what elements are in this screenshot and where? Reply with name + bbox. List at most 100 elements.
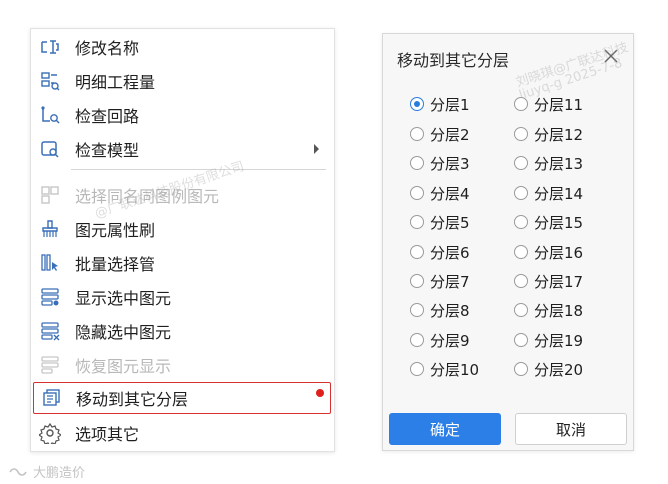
- layer-radio[interactable]: 分层18: [514, 298, 583, 322]
- radio-button[interactable]: [410, 274, 424, 288]
- brand-text: 大鹏造价: [33, 466, 86, 481]
- chevron-right-icon: [314, 144, 319, 154]
- layer-radio[interactable]: 分层9: [410, 328, 470, 352]
- menu-item-restore-display[interactable]: 恢复图元显示: [33, 349, 331, 381]
- layer-radio[interactable]: 分层20: [514, 357, 583, 381]
- layer-radio[interactable]: 分层6: [410, 240, 470, 264]
- layer-radio[interactable]: 分层12: [514, 122, 583, 146]
- radio-button[interactable]: [410, 97, 424, 111]
- menu-item-label: 恢复图元显示: [75, 357, 172, 376]
- layer-radio[interactable]: 分层1: [410, 92, 470, 116]
- layer-radio[interactable]: 分层14: [514, 181, 583, 205]
- radio-button[interactable]: [514, 156, 528, 170]
- close-icon[interactable]: [601, 46, 621, 66]
- layer-label: 分层8: [430, 301, 470, 320]
- menu-item-hide-selected[interactable]: 隐藏选中图元: [33, 315, 331, 347]
- layer-label: 分层7: [430, 272, 470, 291]
- confirm-button[interactable]: 确定: [389, 413, 501, 445]
- layer-radio[interactable]: 分层7: [410, 269, 470, 293]
- menu-item-rename[interactable]: 修改名称: [33, 31, 331, 63]
- menu-item-move-layer[interactable]: 移动到其它分层: [33, 382, 331, 414]
- radio-button[interactable]: [514, 303, 528, 317]
- layer-label: 分层20: [534, 360, 584, 379]
- radio-button[interactable]: [410, 303, 424, 317]
- radio-button[interactable]: [514, 245, 528, 259]
- layer-radio[interactable]: 分层8: [410, 298, 470, 322]
- menu-item-quantity-detail[interactable]: 明细工程量: [33, 65, 331, 97]
- layer-radio[interactable]: 分层13: [514, 151, 583, 175]
- layer-radio[interactable]: 分层17: [514, 269, 583, 293]
- layer-radio[interactable]: 分层15: [514, 210, 583, 234]
- layer-label: 分层15: [534, 213, 584, 232]
- radio-button[interactable]: [410, 186, 424, 200]
- property-brush-icon: [39, 218, 61, 240]
- radio-button[interactable]: [514, 186, 528, 200]
- layer-label: 分层1: [430, 95, 470, 114]
- check-circuit-icon: [39, 104, 61, 126]
- cancel-button[interactable]: 取消: [515, 413, 627, 445]
- layer-radio[interactable]: 分层10: [410, 357, 479, 381]
- radio-button[interactable]: [514, 127, 528, 141]
- menu-item-check-model[interactable]: 检查模型: [33, 133, 331, 165]
- layer-label: 分层12: [534, 125, 584, 144]
- notification-dot: [316, 389, 324, 397]
- layer-radio[interactable]: 分层3: [410, 151, 470, 175]
- move-layer-dialog: 移动到其它分层 刘晓琪@广联达科技 liuyq-g 2025-7-8 分层1 分…: [382, 33, 634, 451]
- layer-radio[interactable]: 分层4: [410, 181, 470, 205]
- menu-item-batch-select-pipe[interactable]: 批量选择管: [33, 247, 331, 279]
- radio-button[interactable]: [410, 333, 424, 347]
- show-selected-icon: [39, 286, 61, 308]
- radio-button[interactable]: [410, 127, 424, 141]
- radio-button[interactable]: [514, 97, 528, 111]
- dialog-title: 移动到其它分层: [397, 51, 510, 70]
- radio-button[interactable]: [514, 362, 528, 376]
- layer-label: 分层17: [534, 272, 584, 291]
- menu-item-options-other[interactable]: 选项其它: [33, 417, 331, 449]
- layer-label: 分层5: [430, 213, 470, 232]
- menu-item-label: 检查模型: [75, 141, 140, 160]
- brand-logo-icon: [9, 467, 27, 476]
- layer-label: 分层10: [430, 360, 480, 379]
- move-layer-icon: [40, 387, 62, 409]
- layer-label: 分层2: [430, 125, 470, 144]
- radio-button[interactable]: [410, 362, 424, 376]
- menu-item-label: 批量选择管: [75, 255, 156, 274]
- layer-label: 分层14: [534, 184, 584, 203]
- radio-button[interactable]: [514, 215, 528, 229]
- layer-label: 分层11: [534, 95, 584, 114]
- hide-selected-icon: [39, 320, 61, 342]
- layer-radio[interactable]: 分层5: [410, 210, 470, 234]
- radio-button[interactable]: [514, 333, 528, 347]
- layer-label: 分层9: [430, 331, 470, 350]
- menu-item-select-same[interactable]: 选择同名同图例图元: [33, 179, 331, 211]
- radio-button[interactable]: [410, 245, 424, 259]
- rename-icon: [39, 36, 61, 58]
- brand-watermark: 大鹏造价: [8, 462, 85, 481]
- menu-separator: [71, 169, 326, 170]
- radio-button[interactable]: [410, 215, 424, 229]
- menu-item-label: 隐藏选中图元: [75, 323, 172, 342]
- menu-item-label: 移动到其它分层: [76, 390, 189, 409]
- menu-item-check-circuit[interactable]: 检查回路: [33, 99, 331, 131]
- layer-label: 分层13: [534, 154, 584, 173]
- menu-item-property-brush[interactable]: 图元属性刷: [33, 213, 331, 245]
- menu-item-label: 明细工程量: [75, 73, 156, 92]
- select-same-icon: [39, 184, 61, 206]
- check-model-icon: [39, 138, 61, 160]
- layer-radio[interactable]: 分层2: [410, 122, 470, 146]
- layer-label: 分层16: [534, 243, 584, 262]
- radio-button[interactable]: [410, 156, 424, 170]
- menu-item-label: 选择同名同图例图元: [75, 187, 220, 206]
- menu-item-label: 选项其它: [75, 425, 140, 444]
- menu-item-label: 修改名称: [75, 39, 140, 58]
- restore-display-icon: [39, 354, 61, 376]
- menu-item-show-selected[interactable]: 显示选中图元: [33, 281, 331, 313]
- radio-button[interactable]: [514, 274, 528, 288]
- layer-label: 分层18: [534, 301, 584, 320]
- context-menu: 修改名称 明细工程量 检查回路 检查模型 选择同名同图例图元 图元属性刷 批量选…: [30, 28, 335, 452]
- layer-radio[interactable]: 分层19: [514, 328, 583, 352]
- layer-label: 分层4: [430, 184, 470, 203]
- layer-radio[interactable]: 分层11: [514, 92, 583, 116]
- layer-label: 分层6: [430, 243, 470, 262]
- layer-radio[interactable]: 分层16: [514, 240, 583, 264]
